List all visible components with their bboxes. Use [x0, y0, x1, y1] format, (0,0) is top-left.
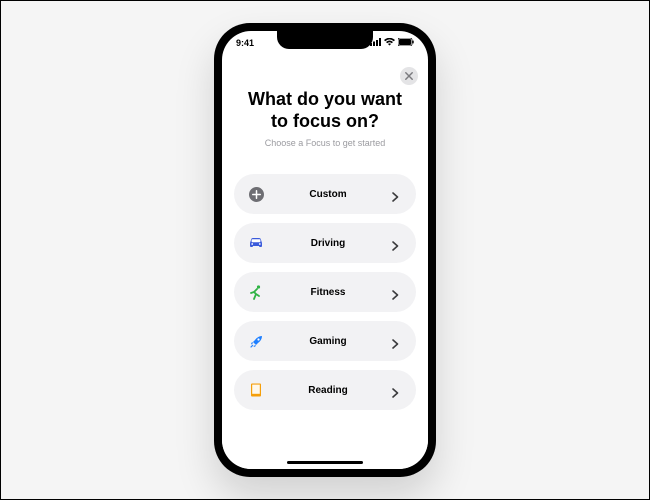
focus-option-label: Reading [264, 385, 392, 396]
screen: 9:41 What do you want to focus on? Choos… [222, 31, 428, 469]
chevron-right-icon [392, 336, 402, 346]
phone-frame: 9:41 What do you want to focus on? Choos… [214, 23, 436, 477]
chevron-right-icon [392, 189, 402, 199]
focus-option-gaming[interactable]: Gaming [234, 321, 416, 361]
car-icon [248, 235, 264, 251]
focus-option-label: Gaming [264, 336, 392, 347]
status-right [370, 38, 414, 48]
rocket-icon [248, 333, 264, 349]
status-time: 9:41 [236, 38, 254, 48]
focus-option-custom[interactable]: Custom [234, 174, 416, 214]
chevron-right-icon [392, 385, 402, 395]
runner-icon [248, 284, 264, 300]
focus-option-list: Custom Driving [234, 174, 416, 410]
home-indicator[interactable] [287, 461, 363, 464]
wifi-icon [384, 38, 395, 48]
page-subtitle: Choose a Focus to get started [234, 138, 416, 148]
battery-icon [398, 38, 414, 48]
plus-circle-icon [248, 186, 264, 202]
focus-option-fitness[interactable]: Fitness [234, 272, 416, 312]
focus-option-reading[interactable]: Reading [234, 370, 416, 410]
chevron-right-icon [392, 238, 402, 248]
close-icon [405, 72, 413, 80]
focus-option-label: Driving [264, 238, 392, 249]
page-title: What do you want to focus on? [234, 89, 416, 132]
focus-option-label: Custom [264, 189, 392, 200]
focus-option-label: Fitness [264, 287, 392, 298]
close-button[interactable] [400, 67, 418, 85]
chevron-right-icon [392, 287, 402, 297]
book-icon [248, 382, 264, 398]
notch [277, 31, 373, 49]
focus-sheet: What do you want to focus on? Choose a F… [222, 59, 428, 469]
focus-option-driving[interactable]: Driving [234, 223, 416, 263]
